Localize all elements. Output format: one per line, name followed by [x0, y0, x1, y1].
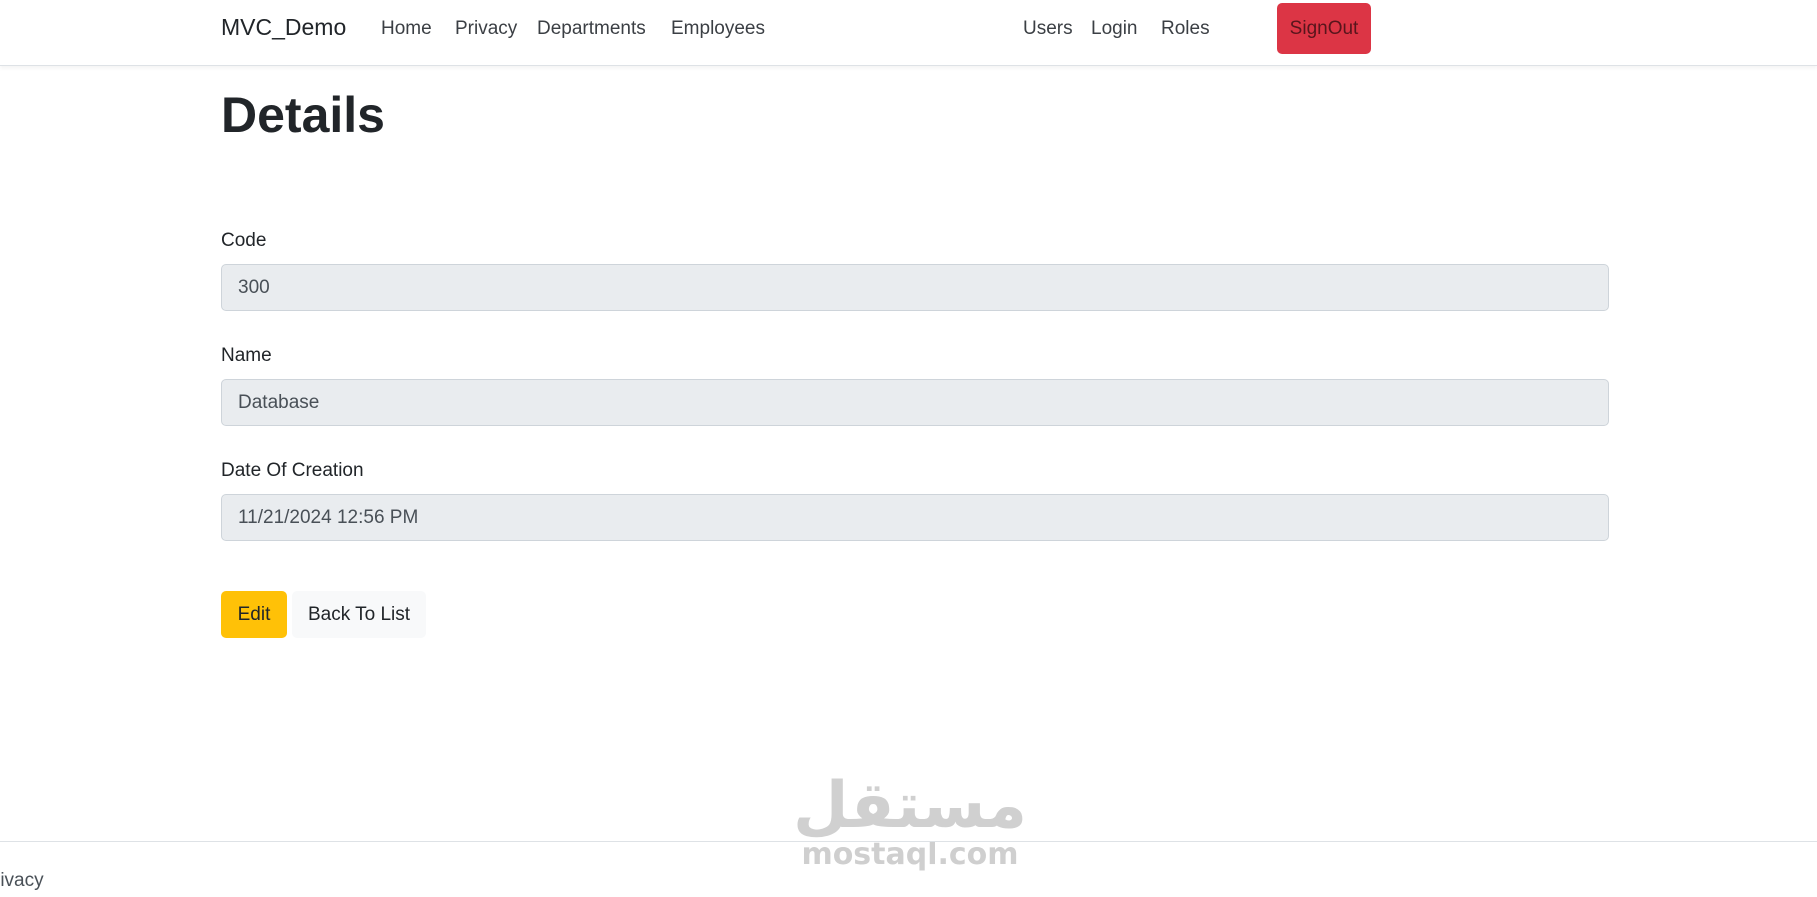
watermark-logo: مستقل [792, 769, 1028, 843]
code-label: Code [221, 230, 267, 251]
date-of-creation-label: Date Of Creation [221, 460, 364, 481]
date-of-creation-field[interactable] [221, 494, 1609, 541]
signout-button[interactable]: SignOut [1277, 3, 1371, 54]
nav-link-employees[interactable]: Employees [671, 18, 765, 40]
top-navbar: MVC_Demo Home Privacy Departments Employ… [0, 0, 1817, 66]
footer: rivacy [0, 841, 1817, 897]
nav-link-login[interactable]: Login [1091, 18, 1138, 40]
footer-privacy-link[interactable]: rivacy [0, 870, 44, 892]
name-label: Name [221, 345, 272, 366]
page-title: Details [221, 87, 385, 143]
back-to-list-button[interactable]: Back To List [292, 591, 426, 638]
code-field[interactable] [221, 264, 1609, 311]
name-field[interactable] [221, 379, 1609, 426]
nav-link-roles[interactable]: Roles [1161, 18, 1210, 40]
edit-button[interactable]: Edit [221, 591, 287, 638]
nav-link-users[interactable]: Users [1023, 18, 1073, 40]
nav-link-departments[interactable]: Departments [537, 18, 646, 40]
brand-link[interactable]: MVC_Demo [221, 14, 346, 41]
nav-link-home[interactable]: Home [381, 18, 432, 40]
nav-link-privacy[interactable]: Privacy [455, 18, 517, 40]
